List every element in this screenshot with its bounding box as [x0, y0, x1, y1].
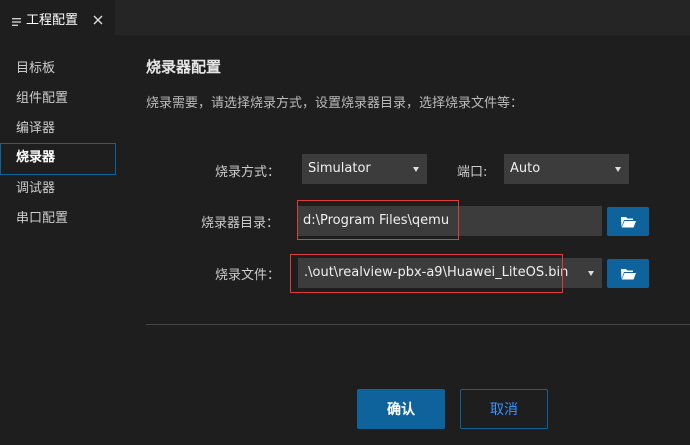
sidebar-item-serial-config[interactable]: 串口配置: [0, 204, 116, 234]
port-label: 端口:: [457, 165, 488, 180]
burn-file-select[interactable]: .\out\realview-pbx-a9\Huawei_LiteOS.bin: [298, 258, 602, 288]
divider: [146, 324, 690, 325]
folder-open-icon: [621, 269, 636, 280]
tab-bar: 工程配置: [0, 0, 690, 35]
tab-project-config[interactable]: 工程配置: [0, 0, 115, 35]
cancel-button[interactable]: 取消: [460, 389, 548, 429]
burn-method-label: 烧录方式：: [215, 165, 281, 180]
chevron-down-icon: [588, 271, 594, 276]
sidebar-item-target-board[interactable]: 目标板: [0, 54, 116, 84]
browse-burner-dir-button[interactable]: [607, 207, 649, 236]
burn-method-select[interactable]: Simulator: [302, 154, 427, 184]
burn-file-value: .\out\realview-pbx-a9\Huawei_LiteOS.bin: [304, 265, 569, 280]
page-title: 烧录器配置: [146, 58, 222, 76]
burner-dir-label: 烧录器目录：: [201, 216, 280, 231]
port-select[interactable]: Auto: [504, 154, 629, 184]
tab-title: 工程配置: [26, 13, 79, 28]
sidebar-item-burner[interactable]: 烧录器: [0, 143, 116, 175]
confirm-button[interactable]: 确认: [357, 389, 445, 429]
chevron-down-icon: [413, 167, 419, 172]
burner-dir-value: d:\Program Files\qemu: [303, 213, 450, 228]
browse-burn-file-button[interactable]: [607, 259, 649, 288]
sidebar-item-debugger[interactable]: 调试器: [0, 174, 116, 204]
section-description: 烧录需要，请选择烧录方式，设置烧录器目录，选择烧录文件等：: [146, 96, 524, 111]
sidebar: 目标板 组件配置 编译器 烧录器 调试器 串口配置: [0, 35, 116, 445]
burn-file-label: 烧录文件：: [215, 268, 281, 283]
sidebar-item-compiler[interactable]: 编译器: [0, 114, 116, 144]
burner-dir-input[interactable]: d:\Program Files\qemu: [298, 206, 602, 236]
burn-method-value: Simulator: [308, 161, 371, 176]
folder-open-icon: [621, 217, 636, 228]
chevron-down-icon: [615, 167, 621, 172]
menu-lines-icon: [12, 12, 22, 26]
port-value: Auto: [510, 161, 541, 176]
close-icon[interactable]: [92, 11, 104, 25]
sidebar-item-component-config[interactable]: 组件配置: [0, 84, 116, 114]
